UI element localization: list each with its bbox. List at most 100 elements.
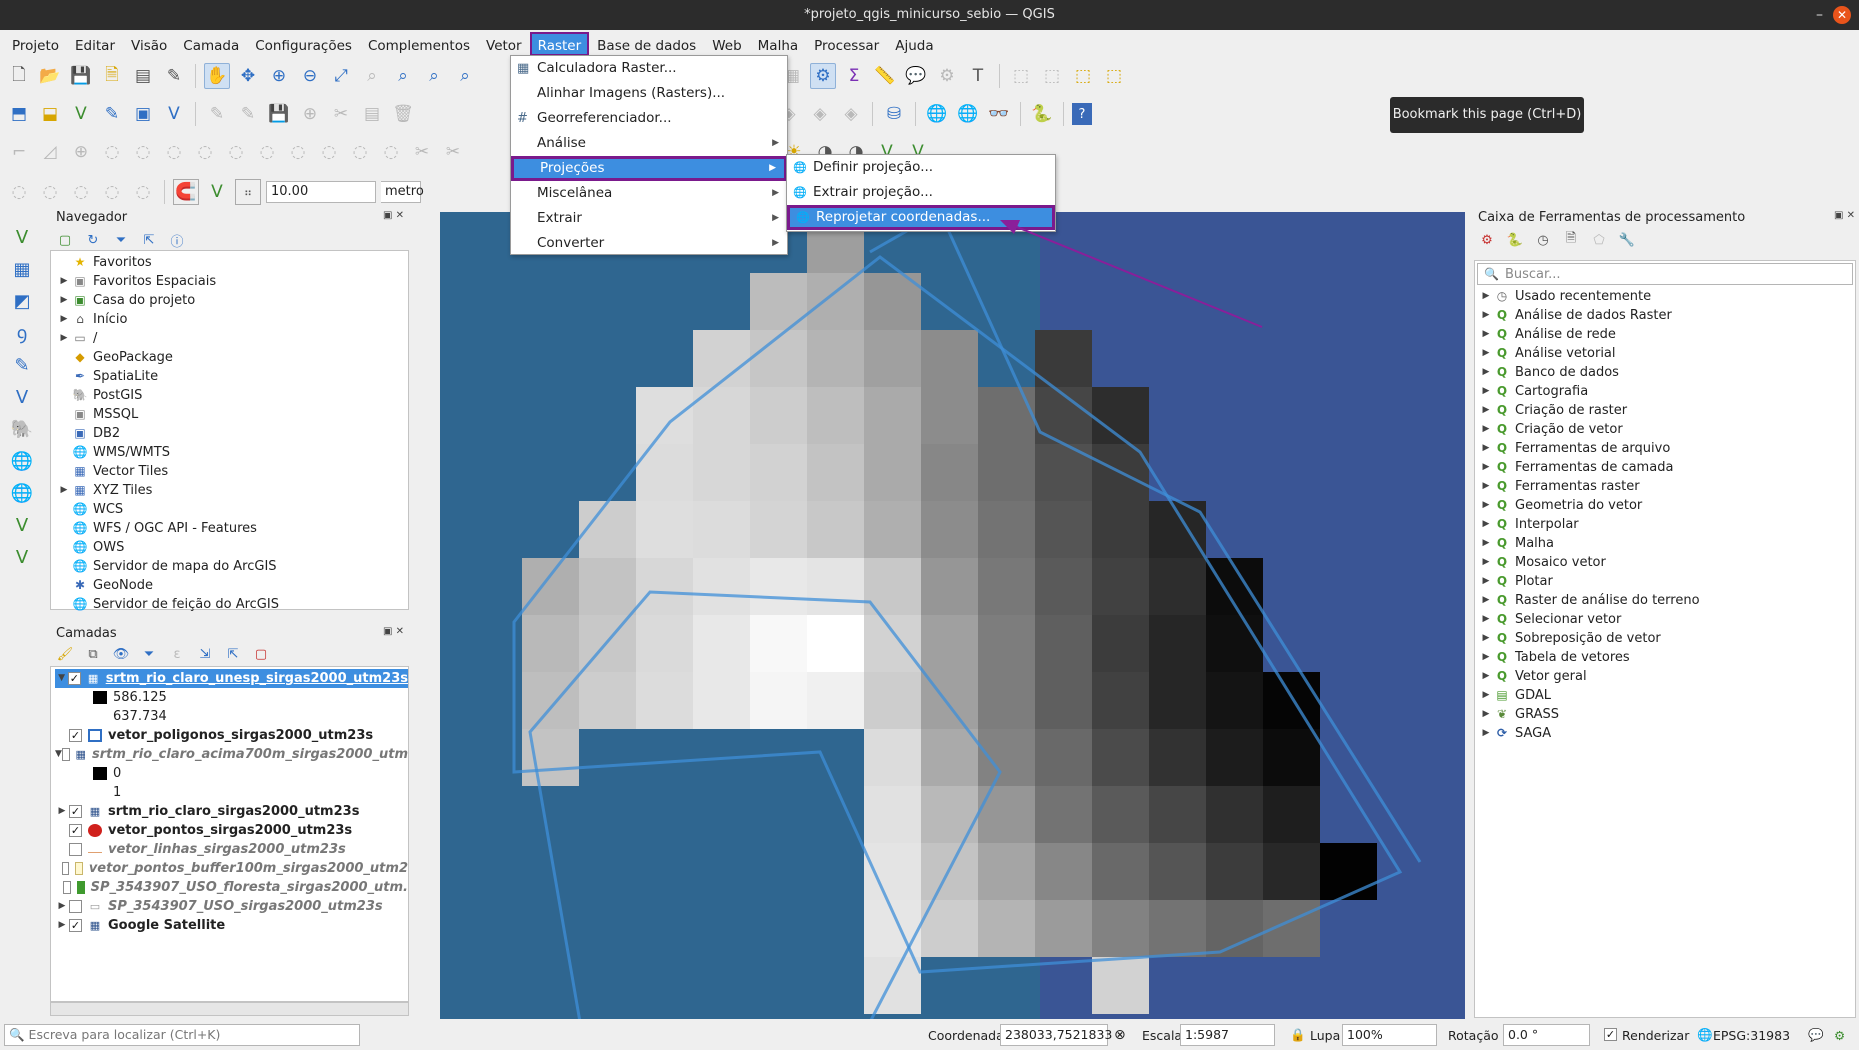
processing-item[interactable]: ▶ Q Criação de vetor [1479,420,1849,439]
menu-complementos[interactable]: Complementos [360,32,478,56]
expand-arrow-icon[interactable]: ▶ [1479,648,1493,667]
models-icon[interactable]: ⚙ [1474,227,1500,253]
history-icon[interactable]: ◷ [1530,227,1556,253]
new-project-icon[interactable]: 🗋 [6,63,32,89]
rotation-field[interactable]: 0.0 ° [1503,1024,1590,1046]
add-feature-icon[interactable]: ⊕ [297,101,323,127]
raster-menu-item[interactable]: Análise ▶ [511,131,787,156]
expand-arrow-icon[interactable]: ▶ [1479,515,1493,534]
processing-item[interactable]: ▶ ◷ Usado recentemente [1479,287,1849,306]
lock-icon[interactable]: 🔒 [1290,1027,1306,1043]
metasearch-icon[interactable]: 👓 [986,101,1012,127]
menu-editar[interactable]: Editar [67,32,123,56]
layer-item[interactable]: ✓ vetor_poligonos_sirgas2000_utm23s [55,726,408,745]
menu-camada[interactable]: Camada [175,32,247,56]
measure-icon[interactable]: 📏 [872,63,898,89]
trace-icon[interactable]: ⌐ [6,139,32,165]
layer-visibility-checkbox[interactable] [69,843,82,856]
menu-raster[interactable]: Raster [529,32,590,56]
add-raster-icon[interactable]: ▦ [9,256,35,282]
snap-ellipse-icon[interactable]: ◌ [68,179,94,205]
layer-item[interactable]: ▶ ▭ SP_3543907_USO_sirgas2000_utm23s [55,897,408,916]
map-tips-icon[interactable]: 💬 [903,63,929,89]
scripts-icon[interactable]: 🐍 [1502,227,1528,253]
processing-search[interactable]: 🔍 Buscar... [1477,263,1853,285]
zoom-selection-icon[interactable]: ⌕ [359,63,385,89]
menu-base-de-dados[interactable]: Base de dados [589,32,704,56]
rotate-feature-icon[interactable]: ◌ [99,139,125,165]
style-manager-icon[interactable]: ✎ [161,63,187,89]
expand-arrow-icon[interactable]: ▶ [1479,325,1493,344]
data-source-manager-icon[interactable]: ⬒ [6,101,32,127]
processing-item[interactable]: ▶ Q Análise vetorial [1479,344,1849,363]
expand-arrow-icon[interactable]: ▶ [1479,667,1493,686]
new-print-layout-icon[interactable]: 🗎 [99,63,125,89]
processing-toolbox-icon[interactable]: ⚙ [810,63,836,89]
scale-field[interactable]: 1:5987 [1180,1024,1275,1046]
edit-pencil-icon[interactable]: ✎ [204,101,230,127]
vertex-tool-icon[interactable]: ✂ [328,101,354,127]
legend-item[interactable]: 1 [55,783,408,802]
deselect-icon[interactable]: ⬚ [1039,63,1065,89]
navigator-item[interactable]: 🌐 Servidor de feição do ArcGIS [57,595,408,614]
processing-item[interactable]: ▶ ▤ GDAL [1479,686,1849,705]
add-ring-icon[interactable]: ◌ [192,139,218,165]
move-feature-icon[interactable]: ⊕ [68,139,94,165]
add-mesh-icon[interactable]: ◩ [9,288,35,314]
processing-float-close-icon[interactable]: ▣ ✕ [1834,210,1855,221]
expand-arrow-icon[interactable]: ▶ [1479,591,1493,610]
help-icon[interactable]: ? [1072,103,1092,125]
expand-arrow-icon[interactable]: ▶ [1479,382,1493,401]
expand-arrow-icon[interactable]: ▶ [1479,496,1493,515]
add-part-icon[interactable]: ◌ [223,139,249,165]
expand-arrow-icon[interactable]: ▶ [1479,724,1493,743]
layer-visibility-checkbox[interactable]: ✓ [69,824,82,837]
snap-curve-icon[interactable]: ◌ [6,179,32,205]
minimize-button[interactable]: – [1816,0,1823,30]
add-wcs-icon[interactable]: 🌐 [9,480,35,506]
zoom-full-icon[interactable]: ⤢ [328,63,354,89]
zoom-native-icon[interactable]: ⌕ [421,63,447,89]
layer-visibility-checkbox[interactable] [62,881,71,894]
expand-arrow-icon[interactable]: ▶ [57,272,71,291]
expand-arrow-icon[interactable]: ▶ [1479,363,1493,382]
navigator-item[interactable]: ▣ DB2 [57,424,408,443]
processing-item[interactable]: ▶ Q Vetor geral [1479,667,1849,686]
menu-projeto[interactable]: Projeto [4,32,67,56]
reshape-icon[interactable]: ◌ [347,139,373,165]
layer-item[interactable]: vetor_linhas_sirgas2000_utm23s [55,840,408,859]
expand-arrow-icon[interactable]: ▶ [1479,572,1493,591]
processing-item[interactable]: ▶ Q Selecionar vetor [1479,610,1849,629]
raster-menu-item[interactable]: Extrair ▶ [511,206,787,231]
layers-float-close-icon[interactable]: ▣ ✕ [383,626,404,637]
navigator-item[interactable]: ▶ ▭ / [57,329,408,348]
render-checkbox[interactable]: ✓ [1604,1028,1617,1041]
expand-arrow-icon[interactable]: ▶ [1479,420,1493,439]
legend-item[interactable]: 637.734 [55,707,408,726]
select-features-icon[interactable]: ⬚ [1008,63,1034,89]
expand-arrow-icon[interactable]: ▶ [55,802,69,821]
expand-arrow-icon[interactable]: ▼ [55,669,68,688]
raster-menu-item[interactable]: Projeções ▶ [511,156,787,181]
save-edits-icon[interactable]: 💾 [266,101,292,127]
processing-item[interactable]: ▶ Q Criação de raster [1479,401,1849,420]
expand-arrow-icon[interactable]: ▶ [1479,610,1493,629]
add-vector-icon[interactable]: V [9,224,35,250]
advanced-digitize-icon[interactable]: ◿ [37,139,63,165]
menu-web[interactable]: Web [704,32,749,56]
add-wfs-icon[interactable]: V [9,512,35,538]
raster-menu-item[interactable]: Converter ▶ [511,231,787,256]
menu-vis-o[interactable]: Visão [123,32,175,56]
map-canvas[interactable] [440,212,1465,1019]
results-viewer-icon[interactable]: 🗎 [1558,227,1584,253]
menu-configura-es[interactable]: Configurações [247,32,360,56]
navigator-item[interactable]: ▦ Vector Tiles [57,462,408,481]
layer-visibility-checkbox[interactable]: ✓ [69,919,82,932]
delete-ring-icon[interactable]: ◌ [285,139,311,165]
expand-arrow-icon[interactable]: ▶ [1479,401,1493,420]
wfs-icon[interactable]: 🌐 [955,101,981,127]
expand-arrow-icon[interactable]: ▶ [1479,458,1493,477]
processing-item[interactable]: ▶ Q Ferramentas de arquivo [1479,439,1849,458]
menu-malha[interactable]: Malha [750,32,807,56]
layer-item[interactable]: ▶ ✓ ▦ srtm_rio_claro_sirgas2000_utm23s [55,802,408,821]
